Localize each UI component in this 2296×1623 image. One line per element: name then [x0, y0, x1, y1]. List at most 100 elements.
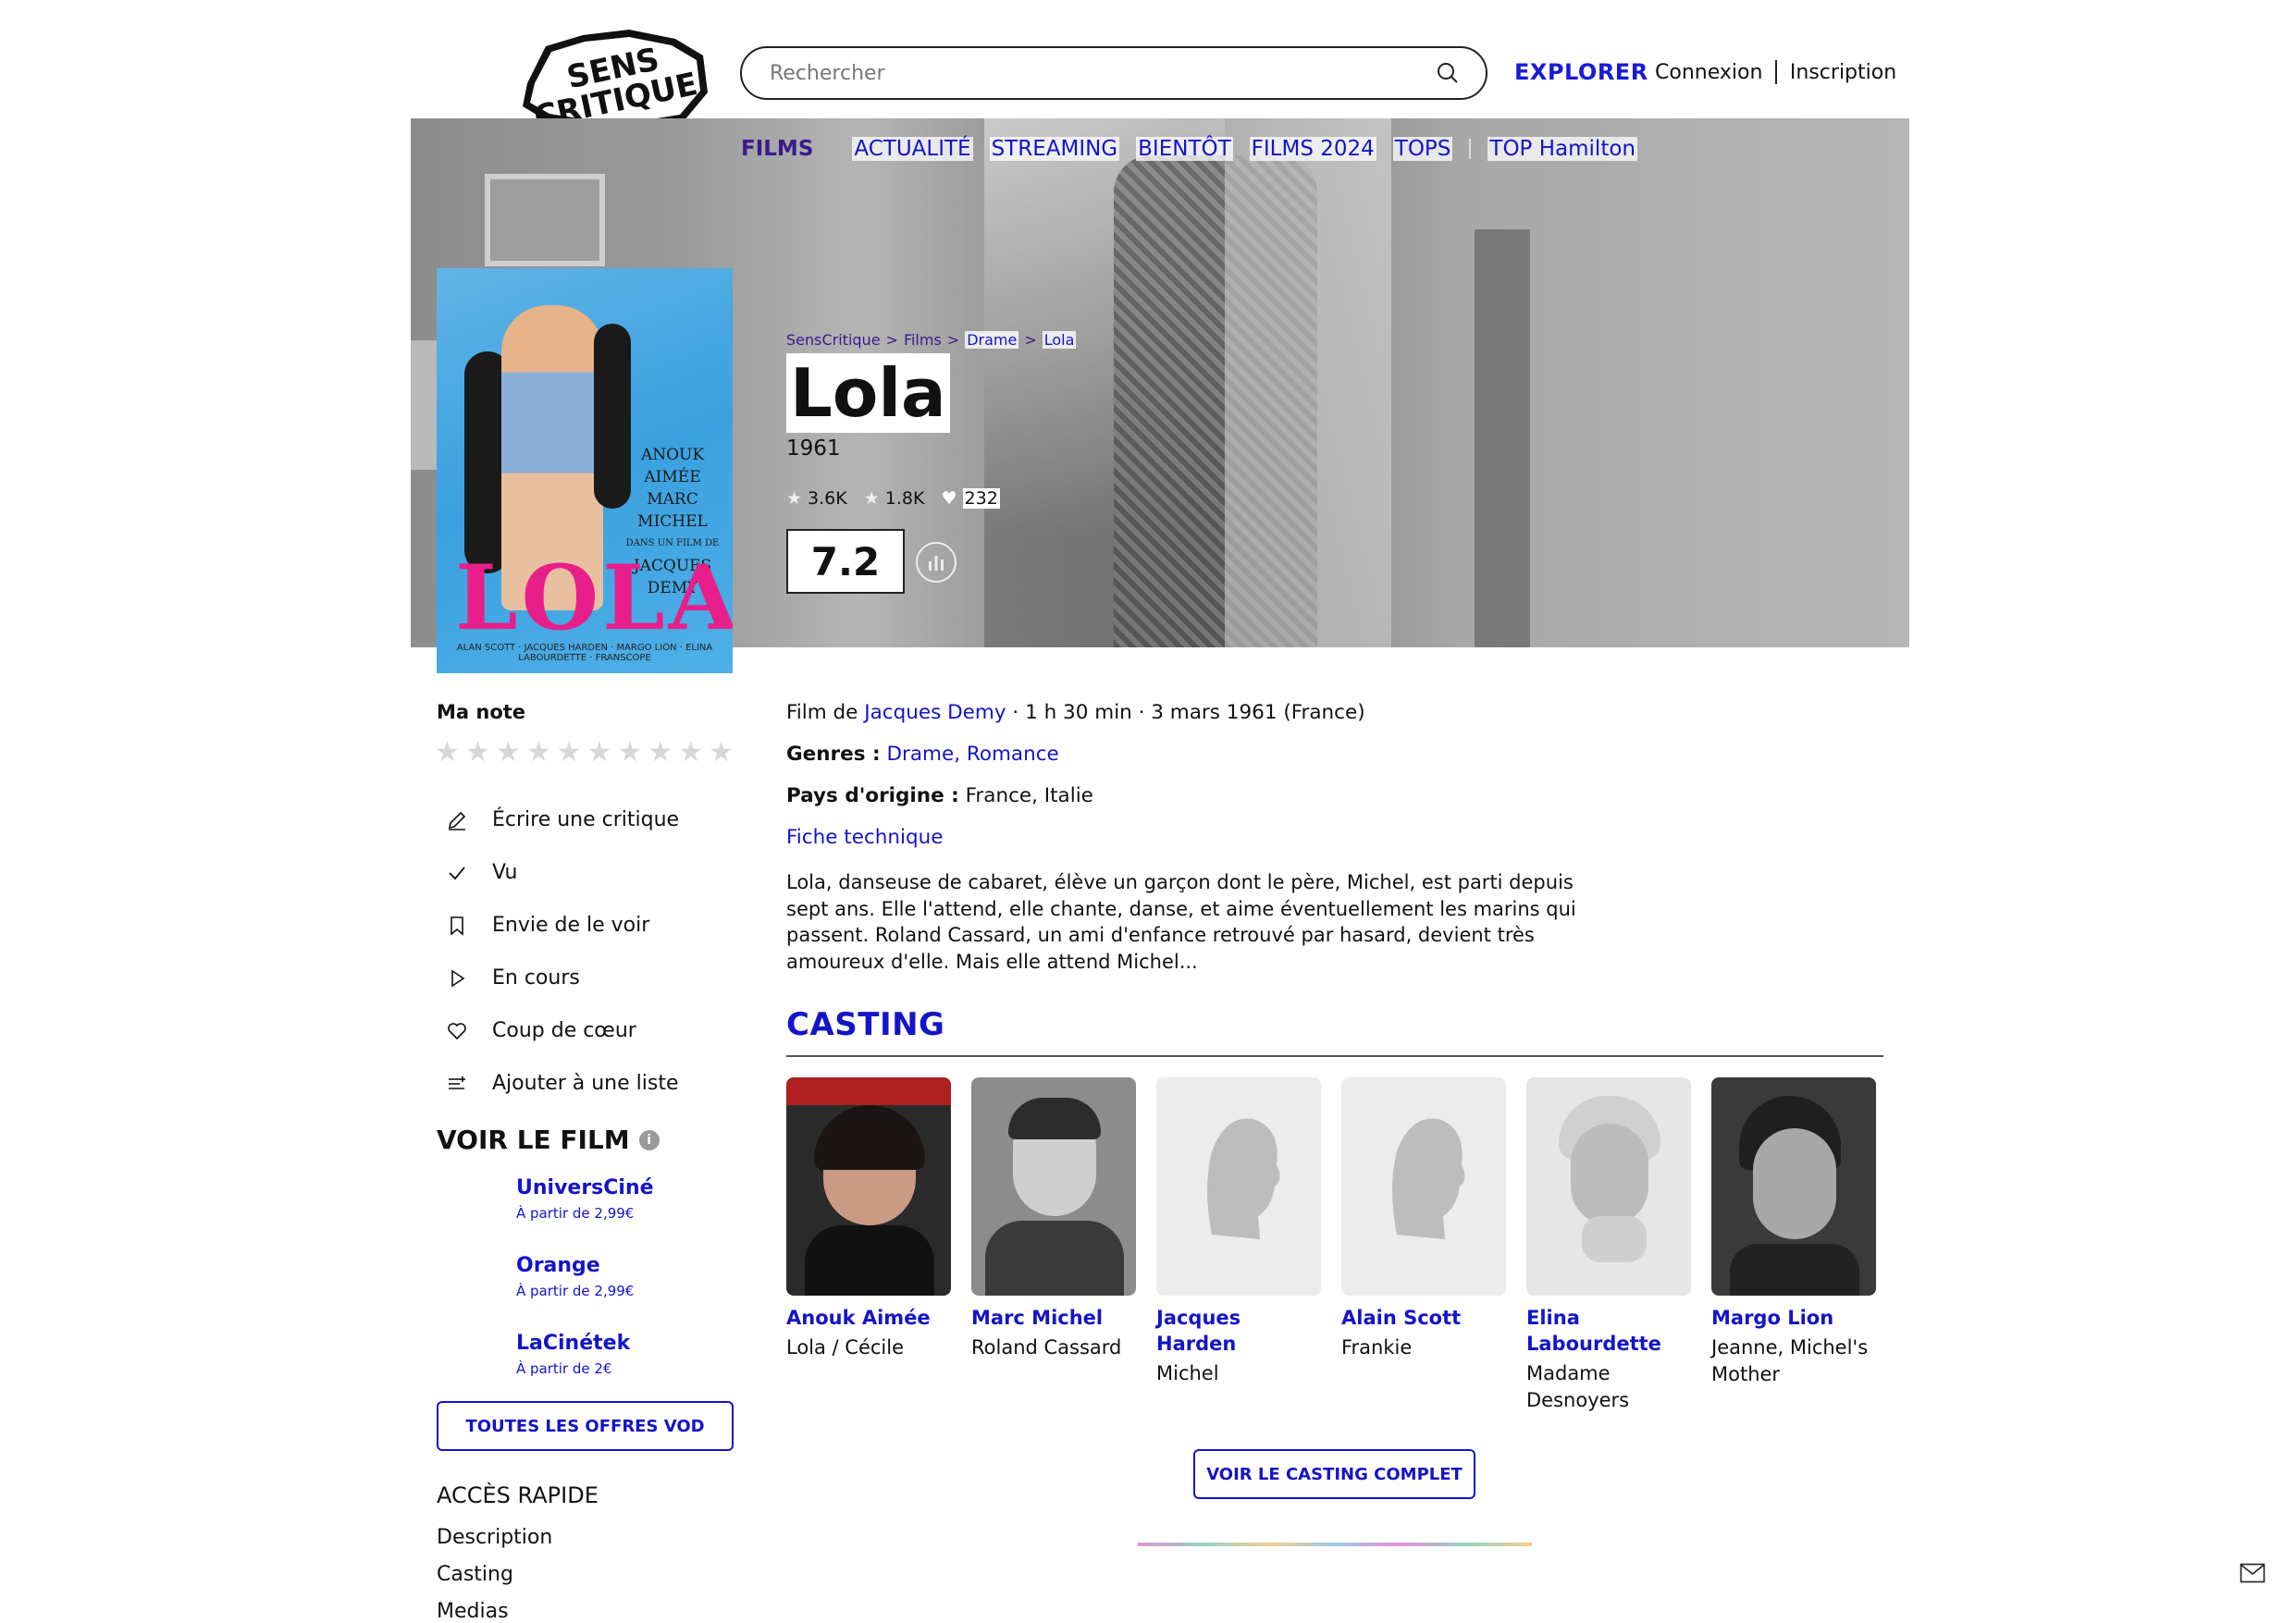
seen-count: ★ 3.6K — [786, 488, 847, 509]
acces-description-link[interactable]: Description — [437, 1526, 552, 1563]
search-bar[interactable] — [740, 46, 1487, 100]
wish-count: ★ 1.8K — [863, 488, 925, 509]
rating-star-4[interactable]: ★ — [526, 736, 551, 768]
cast-card[interactable]: Anouk Aimée Lola / Cécile — [786, 1077, 951, 1413]
play-icon — [444, 965, 470, 991]
genres-row: Genres : Drame, Romance — [786, 743, 1059, 766]
hero-backdrop-frame — [485, 174, 605, 266]
info-icon[interactable]: i — [638, 1129, 660, 1150]
login-link[interactable]: Connexion — [1655, 61, 1762, 84]
acces-casting-link[interactable]: Casting — [437, 1563, 552, 1600]
auth-links: Connexion Inscription — [1655, 60, 1896, 84]
cast-card[interactable]: Alain Scott Frankie — [1341, 1077, 1506, 1413]
rating-star-7[interactable]: ★ — [617, 736, 642, 768]
breadcrumb-sep: > — [885, 331, 898, 349]
voir-le-film-heading: VOIR LE FILM i — [437, 1125, 660, 1155]
favorite-action[interactable]: Coup de cœur — [444, 1004, 679, 1057]
search-icon[interactable] — [1436, 61, 1460, 85]
pencil-icon — [444, 807, 470, 833]
star-icon: ★ — [863, 488, 880, 509]
breadcrumb-lola[interactable]: Lola — [1042, 331, 1077, 349]
all-vod-offers-button[interactable]: TOUTES LES OFFRES VOD — [437, 1401, 734, 1451]
subnav-films-2024[interactable]: FILMS 2024 — [1249, 137, 1376, 161]
breadcrumb-sep: > — [1024, 331, 1037, 349]
actor-photo-placeholder[interactable] — [1341, 1077, 1506, 1296]
actor-photo[interactable] — [1526, 1077, 1691, 1296]
actor-photo[interactable] — [1711, 1077, 1876, 1296]
person-silhouette-icon — [1392, 1118, 1465, 1239]
subnav-films[interactable]: FILMS — [741, 137, 813, 161]
synopsis: Lola, danseuse de cabaret, élève un garç… — [786, 871, 1576, 973]
vod-offer[interactable]: UniversCiné À partir de 2,99€ — [516, 1176, 654, 1254]
cast-card[interactable]: Margo Lion Jeanne, Michel's Mother — [1711, 1077, 1876, 1413]
full-casting-button[interactable]: VOIR LE CASTING COMPLET — [1193, 1449, 1475, 1499]
subnav-streaming[interactable]: STREAMING — [989, 137, 1120, 161]
seen-action[interactable]: Vu — [444, 846, 679, 899]
wishlist-action[interactable]: Envie de le voir — [444, 899, 679, 952]
rating-star-8[interactable]: ★ — [648, 736, 673, 768]
cast-card[interactable]: Jacques Harden Michel — [1156, 1077, 1321, 1413]
breadcrumb-senscritique[interactable]: SensCritique — [786, 331, 881, 349]
movie-year: 1961 — [786, 436, 841, 461]
average-rating: 7.2 — [786, 529, 905, 594]
rating-star-6[interactable]: ★ — [587, 736, 612, 768]
breadcrumb-drame[interactable]: Drame — [965, 331, 1019, 349]
cast-card[interactable]: Elina Labourdette Madame Desnoyers — [1526, 1077, 1691, 1413]
actor-photo[interactable] — [971, 1077, 1136, 1296]
rating-star-9[interactable]: ★ — [678, 736, 703, 768]
mail-icon[interactable] — [2240, 1563, 2265, 1583]
actor-photo-placeholder[interactable] — [1156, 1077, 1321, 1296]
rating-star-10[interactable]: ★ — [709, 736, 734, 768]
heart-icon — [444, 1018, 470, 1044]
signup-link[interactable]: Inscription — [1790, 61, 1896, 84]
page-title: Lola — [786, 353, 950, 433]
tech-sheet-row: Fiche technique — [786, 826, 1365, 867]
star-icon: ★ — [786, 488, 803, 509]
breadcrumb-films[interactable]: Films — [904, 331, 942, 349]
vod-offer[interactable]: Orange À partir de 2,99€ — [516, 1254, 654, 1332]
rating-star-5[interactable]: ★ — [557, 736, 582, 768]
rating-star-3[interactable]: ★ — [496, 736, 521, 768]
explorer-link[interactable]: EXPLORER — [1514, 59, 1648, 85]
subnav-bientot[interactable]: BIENTÔT — [1136, 137, 1233, 161]
subnav-tops[interactable]: TOPS — [1392, 137, 1453, 161]
casting-divider — [786, 1055, 1883, 1057]
rating-star-2[interactable]: ★ — [465, 736, 490, 768]
add-to-list-action[interactable]: Ajouter à une liste — [444, 1057, 679, 1110]
hero-backdrop-coat — [1225, 118, 1391, 647]
write-review-action[interactable]: Écrire une critique — [444, 793, 679, 846]
acces-rapide-heading: ACCÈS RAPIDE — [437, 1482, 599, 1508]
person-silhouette-icon — [1207, 1118, 1280, 1239]
rating-distribution-button[interactable] — [916, 542, 957, 583]
movie-stats: ★ 3.6K ★ 1.8K ♥ 232 — [786, 488, 1000, 509]
hero-backdrop-door — [1475, 229, 1530, 647]
breadcrumb-sep: > — [946, 331, 960, 349]
poster-title: LOLA — [455, 546, 733, 650]
fiche-technique-link[interactable]: Fiche technique — [786, 826, 944, 849]
my-rating-stars[interactable]: ★ ★ ★ ★ ★ ★ ★ ★ ★ ★ — [435, 736, 734, 768]
list-add-icon — [444, 1071, 470, 1097]
cast-card[interactable]: Marc Michel Roland Cassard — [971, 1077, 1136, 1413]
cast-list: Anouk Aimée Lola / Cécile Marc Michel Ro… — [786, 1077, 1876, 1413]
in-progress-action[interactable]: En cours — [444, 952, 679, 1004]
search-input[interactable] — [770, 61, 1436, 85]
genres-links[interactable]: Drame, Romance — [886, 743, 1058, 766]
subnav-top-hamilton[interactable]: TOP Hamilton — [1487, 137, 1637, 161]
acces-medias-link[interactable]: Medias — [437, 1600, 552, 1623]
bookmark-icon — [444, 913, 470, 939]
director-link[interactable]: Jacques Demy — [864, 701, 1006, 724]
films-subnav: FILMS ACTUALITÉ STREAMING BIENTÔT FILMS … — [741, 137, 1637, 161]
acces-rapide-list: Description Casting Medias — [437, 1526, 552, 1623]
country-row: Pays d'origine : France, Italie — [786, 784, 1093, 807]
check-icon — [444, 860, 470, 886]
subnav-actualite[interactable]: ACTUALITÉ — [852, 137, 973, 161]
vod-offer[interactable]: LaCinétek À partir de 2€ — [516, 1332, 654, 1409]
rating-star-1[interactable]: ★ — [435, 736, 460, 768]
vod-offers: UniversCiné À partir de 2,99€ Orange À p… — [516, 1176, 654, 1409]
my-rating-label: Ma note — [437, 701, 526, 723]
movie-poster[interactable]: ANOUK AIMÉE MARC MICHEL DANS UN FILM DE … — [437, 268, 733, 673]
auth-divider — [1775, 60, 1777, 84]
movie-details: Film de Jacques Demy · 1 h 30 min · 3 ma… — [786, 701, 1365, 867]
actor-photo[interactable] — [786, 1077, 951, 1296]
casting-heading: CASTING — [786, 1006, 945, 1043]
